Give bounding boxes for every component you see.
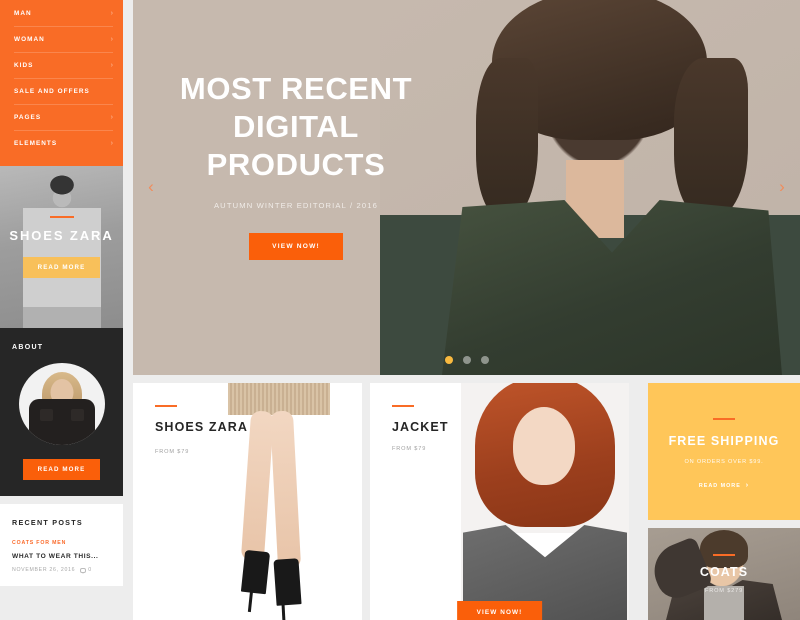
nav-label: PAGES [14,113,42,121]
shoes-boot-right [273,558,302,606]
shoes-card-text: SHOES ZARA FROM $79 [155,405,248,455]
nav-label: ELEMENTS [14,139,58,147]
about-read-more-button[interactable]: READ MORE [22,459,101,480]
hero-button-wrap: VIEW NOW! [170,233,422,260]
product-card-jacket[interactable]: JACKET FROM $79 VIEW NOW! [370,383,629,620]
sidebar: MAN › WOMAN › KIDS › SALE AND OFFERS › P… [0,0,123,620]
main-navigation: MAN › WOMAN › KIDS › SALE AND OFFERS › P… [0,0,123,166]
shipping-title: FREE SHIPPING [668,434,780,448]
promo-read-more-button[interactable]: READ MORE [22,257,101,278]
comment-count-value: 0 [88,567,92,573]
chevron-right-icon: › [110,113,113,121]
product-card-shoes-zara[interactable]: SHOES ZARA FROM $79 [133,383,362,620]
slider-dot-1[interactable] [444,356,453,364]
recent-posts-widget: RECENT POSTS COATS FOR MEN WHAT TO WEAR … [0,504,123,586]
chevron-right-icon: › [110,61,113,69]
post-category[interactable]: COATS FOR MEN [12,540,111,546]
sidebar-item-elements[interactable]: ELEMENTS › [0,130,123,156]
accent-bar [49,216,74,218]
sidebar-item-kids[interactable]: KIDS › [0,52,123,78]
slider-prev-arrow-icon[interactable]: ‹ [142,176,160,198]
avatar [18,363,105,445]
about-widget: ABOUT READ MORE [0,328,123,496]
hero-hair-left [476,58,538,218]
coats-model-hair [700,530,748,568]
hero-hair-right [674,58,748,218]
jacket-view-now-button[interactable]: VIEW NOW! [456,601,543,620]
nav-label: MAN [14,9,32,17]
sidebar-item-sale-and-offers[interactable]: SALE AND OFFERS › [0,78,123,104]
shipping-read-more-label: READ MORE [698,482,741,489]
avatar-body [28,399,95,445]
promo-card-shoes-zara[interactable]: SHOES ZARA READ MORE [0,166,123,328]
comment-count: 0 [80,567,92,574]
jacket-card-text: JACKET FROM $79 [392,405,449,452]
product-card-coats[interactable]: COATS FROM $279 [648,528,800,620]
shoes-leg-right [269,410,302,570]
slider-dot-2[interactable] [462,356,471,364]
chevron-right-icon: › [110,139,113,147]
homepage-root: MAN › WOMAN › KIDS › SALE AND OFFERS › P… [0,0,800,620]
shipping-subtitle: ON ORDERS OVER $99. [684,459,764,465]
hero-view-now-button[interactable]: VIEW NOW! [249,233,343,260]
nav-label: WOMAN [14,35,45,43]
product-title: SHOES ZARA [155,420,248,434]
chevron-right-icon: › [110,9,113,17]
slider-next-arrow-icon[interactable]: › [773,176,791,198]
product-title: JACKET [392,420,449,434]
hero-heading: MOST RECENT DIGITAL PRODUCTS [179,71,413,182]
sidebar-item-pages[interactable]: PAGES › [0,104,123,130]
chevron-right-icon: › [745,482,750,489]
accent-bar [392,405,414,407]
shipping-read-more-link[interactable]: READ MORE › [699,482,749,489]
slider-dot-3[interactable] [480,356,489,364]
hero-content: MOST RECENT DIGITAL PRODUCTS AUTUMN WINT… [133,0,453,375]
promo-title: SHOES ZARA [9,228,114,243]
slider-pagination [133,356,800,364]
about-title: ABOUT [12,344,44,351]
promo-card-free-shipping[interactable]: FREE SHIPPING ON ORDERS OVER $99. READ M… [648,383,800,520]
accent-bar [713,418,735,420]
post-title[interactable]: WHAT TO WEAR THIS... [12,553,111,560]
recent-posts-title: RECENT POSTS [12,518,83,527]
product-price: FROM $79 [392,446,427,452]
product-grid: SHOES ZARA FROM $79 JACKET FROM $79 VIEW… [133,383,800,620]
accent-bar [155,405,177,407]
jacket-model-face [513,407,575,485]
hero-slider: MOST RECENT DIGITAL PRODUCTS AUTUMN WINT… [133,0,800,375]
product-price: FROM $279 [704,588,744,594]
chevron-right-icon: › [110,35,113,43]
post-meta: NOVEMBER 26, 2016 0 [12,567,111,574]
sidebar-item-man[interactable]: MAN › [0,0,123,26]
sidebar-item-woman[interactable]: WOMAN › [0,26,123,52]
jacket-product-photo [461,383,629,620]
shoes-boot-left [240,549,271,595]
product-title: COATS [699,565,749,579]
list-item[interactable]: COATS FOR MEN WHAT TO WEAR THIS... NOVEM… [12,540,111,574]
hero-subtitle: AUTUMN WINTER EDITORIAL / 2016 [213,201,379,210]
product-price: FROM $79 [155,449,190,455]
nav-label: SALE AND OFFERS [14,87,90,95]
shoes-heel-left [247,589,254,613]
post-date: NOVEMBER 26, 2016 [12,567,76,573]
nav-label: KIDS [14,61,34,69]
accent-bar [713,554,735,556]
comment-bubble-icon [80,567,87,574]
promo-model-photo [22,172,101,328]
